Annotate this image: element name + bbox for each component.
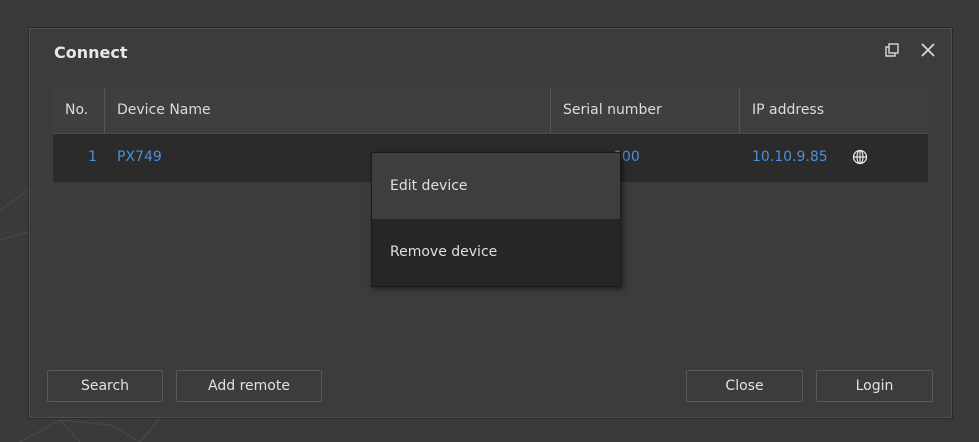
- restore-window-icon[interactable]: [881, 39, 903, 61]
- column-header-ip-address[interactable]: IP address: [740, 88, 928, 133]
- close-button[interactable]: Close: [686, 370, 803, 402]
- dialog-title: Connect: [54, 43, 128, 62]
- close-icon[interactable]: [917, 39, 939, 61]
- row-ip-address: 10.10.9.85: [752, 149, 828, 165]
- column-header-no[interactable]: No.: [53, 88, 105, 133]
- search-button[interactable]: Search: [47, 370, 163, 402]
- menu-item-edit-device[interactable]: Edit device: [372, 153, 620, 219]
- login-button[interactable]: Login: [816, 370, 933, 402]
- column-header-serial-number[interactable]: Serial number: [551, 88, 740, 133]
- connect-dialog: Connect No. Device Name Serial number IP…: [29, 28, 952, 418]
- menu-item-remove-device[interactable]: Remove device: [372, 219, 620, 285]
- table-header: No. Device Name Serial number IP address: [53, 88, 928, 134]
- row-device-name: PX749: [117, 149, 162, 165]
- row-no: 1: [88, 149, 97, 165]
- globe-icon[interactable]: [852, 149, 868, 165]
- add-remote-button[interactable]: Add remote: [176, 370, 322, 402]
- context-menu: Edit device Remove device: [371, 152, 621, 287]
- column-header-device-name[interactable]: Device Name: [105, 88, 551, 133]
